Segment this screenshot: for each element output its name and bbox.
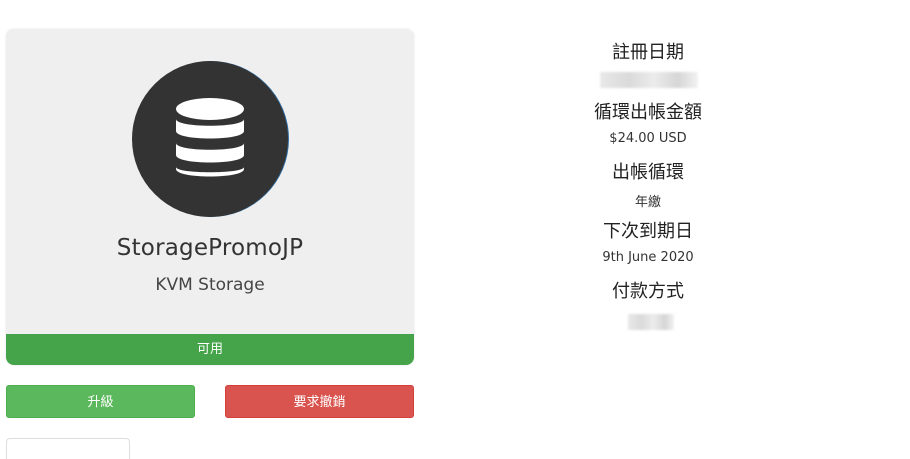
- billing-cycle-label: 出帳循環: [612, 162, 684, 183]
- billing-cycle-value: 年繳: [634, 195, 661, 210]
- status-badge: 可用: [6, 334, 414, 365]
- registration-date-value-redacted: [600, 72, 698, 88]
- payment-method-label: 付款方式: [612, 281, 684, 302]
- product-name: StoragePromoJP: [116, 235, 304, 261]
- product-group: KVM Storage: [155, 275, 265, 295]
- recurring-amount-label: 循環出帳金額: [594, 102, 702, 123]
- recurring-amount-value: $24.00 USD: [609, 131, 687, 146]
- next-due-date-label: 下次到期日: [603, 221, 693, 242]
- database-icon: [132, 61, 288, 217]
- registration-date-label: 註冊日期: [612, 42, 684, 63]
- request-cancellation-button[interactable]: 要求撤銷: [225, 385, 414, 418]
- upgrade-button[interactable]: 升級: [6, 385, 195, 418]
- next-due-date-value: 9th June 2020: [602, 250, 694, 265]
- product-card: StoragePromoJP KVM Storage 可用: [6, 29, 414, 365]
- payment-method-value-redacted: [628, 314, 674, 330]
